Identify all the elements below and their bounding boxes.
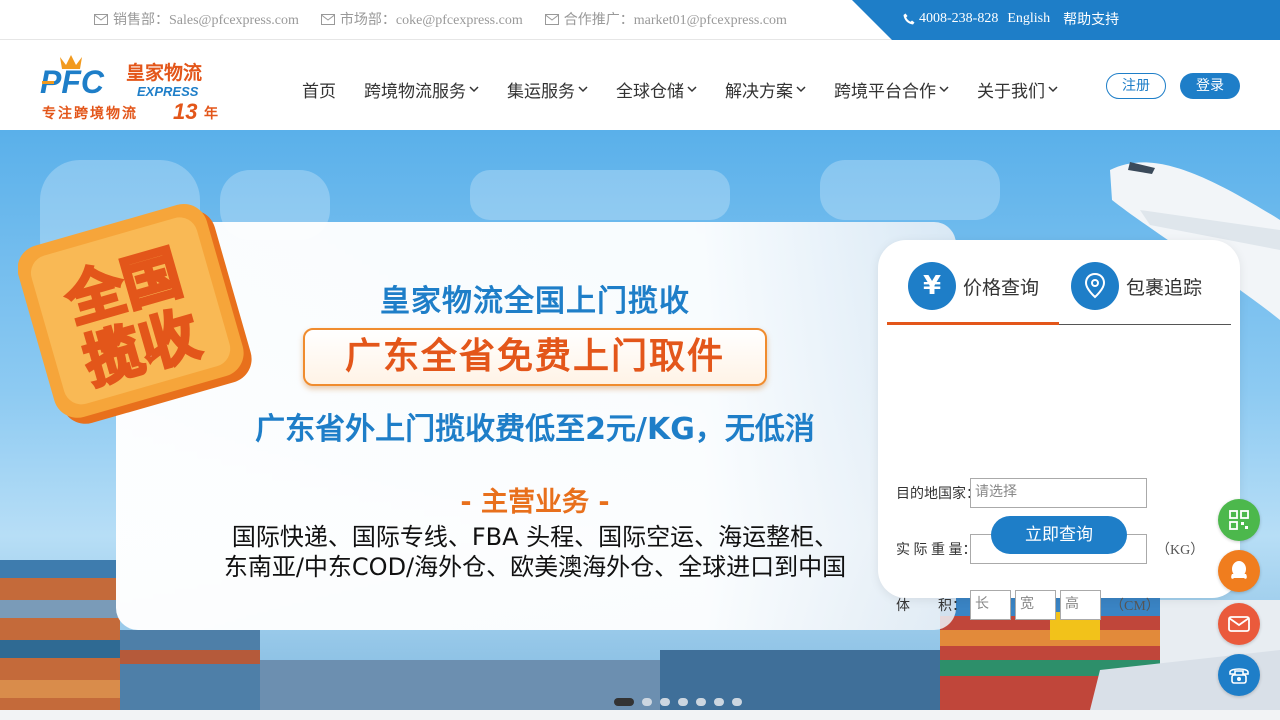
destination-select[interactable] — [970, 478, 1147, 508]
login-button[interactable]: 登录 — [1180, 73, 1240, 99]
top-bar: 销售部：Sales@pfcexpress.com 市场部：coke@pfcexp… — [0, 0, 1280, 40]
contact-market-label: 市场部：coke@pfcexpress.com — [339, 13, 523, 28]
hotline-number: 4008-238-828 — [919, 11, 999, 26]
email-icon — [1228, 616, 1250, 632]
banner-highlight: 广东全省免费上门取件 — [303, 328, 767, 386]
phone-icon — [1229, 668, 1249, 684]
query-submit-button[interactable]: 立即查询 — [991, 516, 1127, 554]
height-input[interactable] — [1060, 590, 1101, 620]
nav-home[interactable]: 首页 — [302, 77, 336, 102]
tab-package-tracking[interactable]: 包裹追踪 — [1071, 262, 1202, 310]
chevron-down-icon — [578, 86, 588, 93]
volume-row: 体 积： （CM） — [896, 590, 1160, 620]
nav-platform-partners-label: 跨境平台合作 — [834, 82, 936, 102]
contact-sales-label: 销售部：Sales@pfcexpress.com — [113, 13, 299, 28]
mail-icon — [320, 13, 335, 25]
qrcode-icon — [1229, 510, 1249, 530]
nav-global-warehouse[interactable]: 全球仓储 — [616, 77, 697, 102]
main-nav: 首页 跨境物流服务 集运服务 全球仓储 解决方案 跨境平台合作 关于我们 — [302, 77, 1086, 102]
nav-solutions[interactable]: 解决方案 — [725, 77, 806, 102]
nav-platform-partners[interactable]: 跨境平台合作 — [834, 77, 949, 102]
carousel-dot[interactable] — [660, 698, 670, 706]
qq-button[interactable] — [1218, 550, 1260, 592]
page-bottom-strip — [0, 710, 1280, 720]
contact-sales[interactable]: 销售部：Sales@pfcexpress.com — [94, 9, 299, 29]
query-tabs: ¥ 价格查询 包裹追踪 — [887, 240, 1231, 325]
help-link[interactable]: 帮助支持 — [1063, 9, 1119, 29]
nav-global-warehouse-label: 全球仓储 — [616, 82, 684, 102]
contact-market[interactable]: 市场部：coke@pfcexpress.com — [320, 9, 523, 29]
hero-banner: 全国 揽收 皇家物流全国上门揽收 广东全省免费上门取件 广东省外上门揽收费低至2… — [0, 130, 1280, 710]
active-tab-indicator — [887, 322, 1059, 325]
english-link[interactable]: English — [1007, 11, 1050, 27]
contact-list: 销售部：Sales@pfcexpress.com 市场部：coke@pfcexp… — [94, 0, 809, 38]
nav-solutions-label: 解决方案 — [725, 82, 793, 102]
site-logo[interactable]: PFC 皇家物流 EXPRESS 专注跨境物流 13 年 — [40, 51, 230, 124]
destination-row: 目的地国家： — [896, 478, 1147, 508]
nav-home-label: 首页 — [302, 82, 336, 102]
logo-express: EXPRESS — [137, 84, 199, 99]
tab-price-query-label: 价格查询 — [963, 276, 1040, 299]
topbar-links: 4008-238-828 English 帮助支持 — [903, 0, 1132, 38]
carousel-dot[interactable] — [732, 698, 742, 706]
nav-crossborder-logistics[interactable]: 跨境物流服务 — [364, 77, 479, 102]
logo-years-suffix: 年 — [204, 105, 218, 122]
carousel-dot[interactable] — [714, 698, 724, 706]
carousel-dot[interactable] — [678, 698, 688, 706]
chevron-down-icon — [939, 86, 949, 93]
logo-mark: PFC 皇家物流 EXPRESS 专注跨境物流 13 年 — [40, 55, 218, 124]
mail-icon — [544, 13, 559, 25]
chevron-down-icon — [796, 86, 806, 93]
chevron-down-icon — [469, 86, 479, 93]
phone-icon — [903, 13, 915, 25]
phone-button[interactable] — [1218, 654, 1260, 696]
carousel-dot[interactable] — [614, 698, 634, 706]
location-pin-icon — [1071, 262, 1119, 310]
mail-icon — [94, 13, 108, 25]
nav-consolidation[interactable]: 集运服务 — [507, 77, 588, 102]
length-input[interactable] — [970, 590, 1011, 620]
chevron-down-icon — [687, 86, 697, 93]
contact-partner-label: 合作推广：market01@pfcexpress.com — [563, 13, 787, 28]
price-query-panel: ¥ 价格查询 包裹追踪 目的地国家： 实 际 重 量： （KG） 体 积： — [878, 240, 1240, 620]
contact-partner[interactable]: 合作推广：market01@pfcexpress.com — [544, 9, 787, 29]
qq-icon — [1231, 561, 1247, 579]
carousel-dot[interactable] — [642, 698, 652, 706]
logo-slogan: 专注跨境物流 — [42, 105, 138, 122]
register-button[interactable]: 注册 — [1106, 73, 1166, 99]
chevron-down-icon — [1048, 86, 1058, 93]
weight-unit: （KG） — [1156, 543, 1205, 558]
tab-package-tracking-label: 包裹追踪 — [1126, 276, 1203, 299]
qrcode-button[interactable] — [1218, 499, 1260, 541]
hotline[interactable]: 4008-238-828 — [903, 11, 998, 27]
header: PFC 皇家物流 EXPRESS 专注跨境物流 13 年 首页 跨境物流服务 集… — [0, 41, 1280, 130]
logo-cn-name: 皇家物流 — [126, 61, 202, 84]
width-input[interactable] — [1015, 590, 1056, 620]
logo-years: 13 — [173, 99, 197, 123]
yen-icon: ¥ — [908, 262, 956, 310]
nav-about-us-label: 关于我们 — [977, 82, 1045, 102]
nav-crossborder-logistics-label: 跨境物流服务 — [364, 82, 466, 102]
email-button[interactable] — [1218, 603, 1260, 645]
nav-consolidation-label: 集运服务 — [507, 82, 575, 102]
nav-about-us[interactable]: 关于我们 — [977, 77, 1058, 102]
carousel-dot[interactable] — [696, 698, 706, 706]
tab-price-query[interactable]: ¥ 价格查询 — [908, 262, 1039, 310]
carousel-dots — [614, 698, 750, 706]
volume-unit: （CM） — [1110, 599, 1160, 614]
